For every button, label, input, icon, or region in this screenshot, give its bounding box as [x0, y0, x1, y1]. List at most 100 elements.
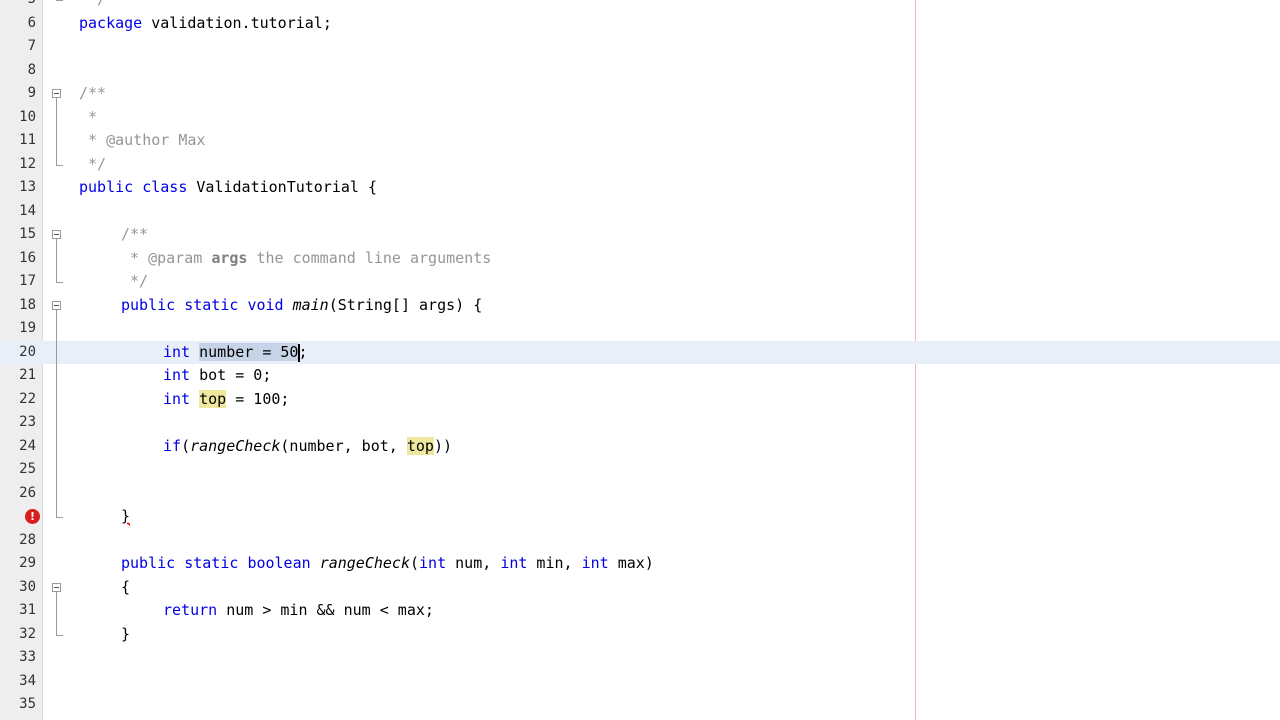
- code-line[interactable]: 8: [0, 59, 1280, 83]
- code-token: int: [581, 554, 609, 572]
- fold-guide: [56, 309, 57, 517]
- error-icon[interactable]: !: [25, 509, 40, 524]
- fold-toggle-icon[interactable]: [52, 230, 61, 239]
- code-token: *: [79, 107, 98, 126]
- code-line[interactable]: 35: [0, 693, 1280, 717]
- code-line[interactable]: 21 int bot = 0;: [0, 364, 1280, 388]
- line-number: 26: [19, 484, 36, 501]
- code-line[interactable]: 34: [0, 670, 1280, 694]
- code-text: return num > min && num < max;: [163, 599, 434, 623]
- code-token: static: [184, 554, 239, 572]
- line-number: 8: [27, 61, 36, 78]
- line-number: 17: [19, 273, 36, 289]
- code-token: */: [121, 272, 149, 290]
- code-line[interactable]: 17 */: [0, 270, 1280, 294]
- fold-toggle-icon[interactable]: [52, 300, 61, 310]
- code-token: package: [79, 13, 143, 32]
- code-text: public static boolean rangeCheck(int num…: [121, 552, 654, 576]
- code-line[interactable]: 26: [0, 482, 1280, 506]
- code-token: validation.tutorial;: [142, 13, 332, 32]
- code-token: void: [247, 295, 284, 314]
- code-text: *: [79, 106, 97, 130]
- code-token: the command line arguments: [247, 248, 492, 267]
- code-line[interactable]: 11 * @author Max: [0, 129, 1280, 153]
- code-line[interactable]: 28: [0, 529, 1280, 553]
- code-line[interactable]: 5 */: [0, 0, 1280, 12]
- code-line[interactable]: 29 public static boolean rangeCheck(int n…: [0, 552, 1280, 576]
- code-line[interactable]: 18 public static void main(String[] args)…: [0, 294, 1280, 318]
- code-token: }: [121, 507, 131, 525]
- code-token: class: [142, 178, 188, 196]
- code-line[interactable]: 31 return num > min && num < max;: [0, 599, 1280, 623]
- code-line[interactable]: 23: [0, 411, 1280, 435]
- text-caret: [298, 343, 300, 362]
- code-line[interactable]: 32}: [0, 623, 1280, 647]
- line-number: 20: [19, 343, 36, 360]
- line-number: 24: [19, 437, 36, 454]
- code-line[interactable]: 16 * @param args the command line argume…: [0, 247, 1280, 271]
- code-line[interactable]: 15 /**: [0, 223, 1280, 247]
- line-number: 5: [0, 0, 36, 12]
- code-token: rangeCheck: [190, 436, 281, 455]
- line-number: 14: [19, 202, 36, 219]
- code-text: int number = 50;: [163, 341, 308, 365]
- line-number: 35: [19, 696, 36, 712]
- code-token: public: [79, 178, 134, 196]
- code-text: * @author Max: [79, 129, 205, 153]
- fold-toggle-icon[interactable]: [52, 582, 61, 592]
- code-line[interactable]: 19: [0, 317, 1280, 341]
- code-text: if(rangeCheck(number, bot, top)): [163, 435, 452, 459]
- line-number: 25: [19, 461, 36, 477]
- line-number: 31: [19, 602, 36, 618]
- code-line[interactable]: 20 int number = 50;: [0, 340, 1280, 365]
- line-number: 7: [27, 38, 36, 54]
- code-token: {: [121, 577, 131, 596]
- fold-end-marker: [56, 0, 63, 1]
- fold-guide: [56, 591, 57, 635]
- code-line[interactable]: 30 {: [0, 576, 1280, 600]
- code-token: max): [608, 554, 654, 572]
- code-line[interactable]: 22 int top = 100;: [0, 388, 1280, 412]
- line-number: 12: [19, 155, 36, 172]
- code-token: top: [199, 389, 227, 408]
- code-text: {: [121, 576, 130, 600]
- code-token: main: [292, 295, 329, 314]
- fold-end-marker: [56, 164, 63, 166]
- code-token: int: [419, 554, 447, 572]
- line-number: 15: [19, 226, 36, 242]
- code-token: int: [500, 554, 528, 572]
- code-line[interactable]: 6 package validation.tutorial;: [0, 12, 1280, 36]
- code-line[interactable]: 7: [0, 35, 1280, 59]
- code-text: }: [121, 623, 130, 647]
- line-number: 13: [19, 179, 36, 195]
- code-line[interactable]: 33: [0, 646, 1280, 670]
- line-number: 6: [27, 14, 36, 31]
- code-text: public static void main(String[] args) {: [121, 294, 482, 318]
- code-token: (: [181, 436, 191, 455]
- code-line[interactable]: 10 *: [0, 106, 1280, 130]
- line-number: 29: [19, 555, 36, 571]
- code-editor[interactable]: 5 */6package validation.tutorial;789/**1…: [0, 0, 1280, 720]
- code-token: (String[] args) {: [328, 295, 483, 314]
- code-line[interactable]: !}: [0, 505, 1280, 529]
- code-line[interactable]: 14: [0, 200, 1280, 224]
- code-token: rangeCheck: [319, 554, 410, 572]
- fold-end-marker: [56, 517, 63, 518]
- fold-toggle-icon[interactable]: [52, 89, 61, 98]
- code-line[interactable]: 13 public class ValidationTutorial {: [0, 176, 1280, 200]
- code-token: if: [163, 436, 182, 455]
- code-line[interactable]: 9 /**: [0, 82, 1280, 106]
- code-token: return: [163, 601, 218, 619]
- code-token: * @author Max: [79, 131, 206, 149]
- code-line[interactable]: 12 */: [0, 153, 1280, 177]
- line-number: 33: [19, 649, 36, 665]
- line-number: 19: [19, 320, 36, 336]
- line-number: 18: [19, 296, 36, 313]
- code-text: int bot = 0;: [163, 364, 271, 388]
- code-line[interactable]: 24 if(rangeCheck(number, bot, top)): [0, 435, 1280, 459]
- code-line[interactable]: 25: [0, 458, 1280, 482]
